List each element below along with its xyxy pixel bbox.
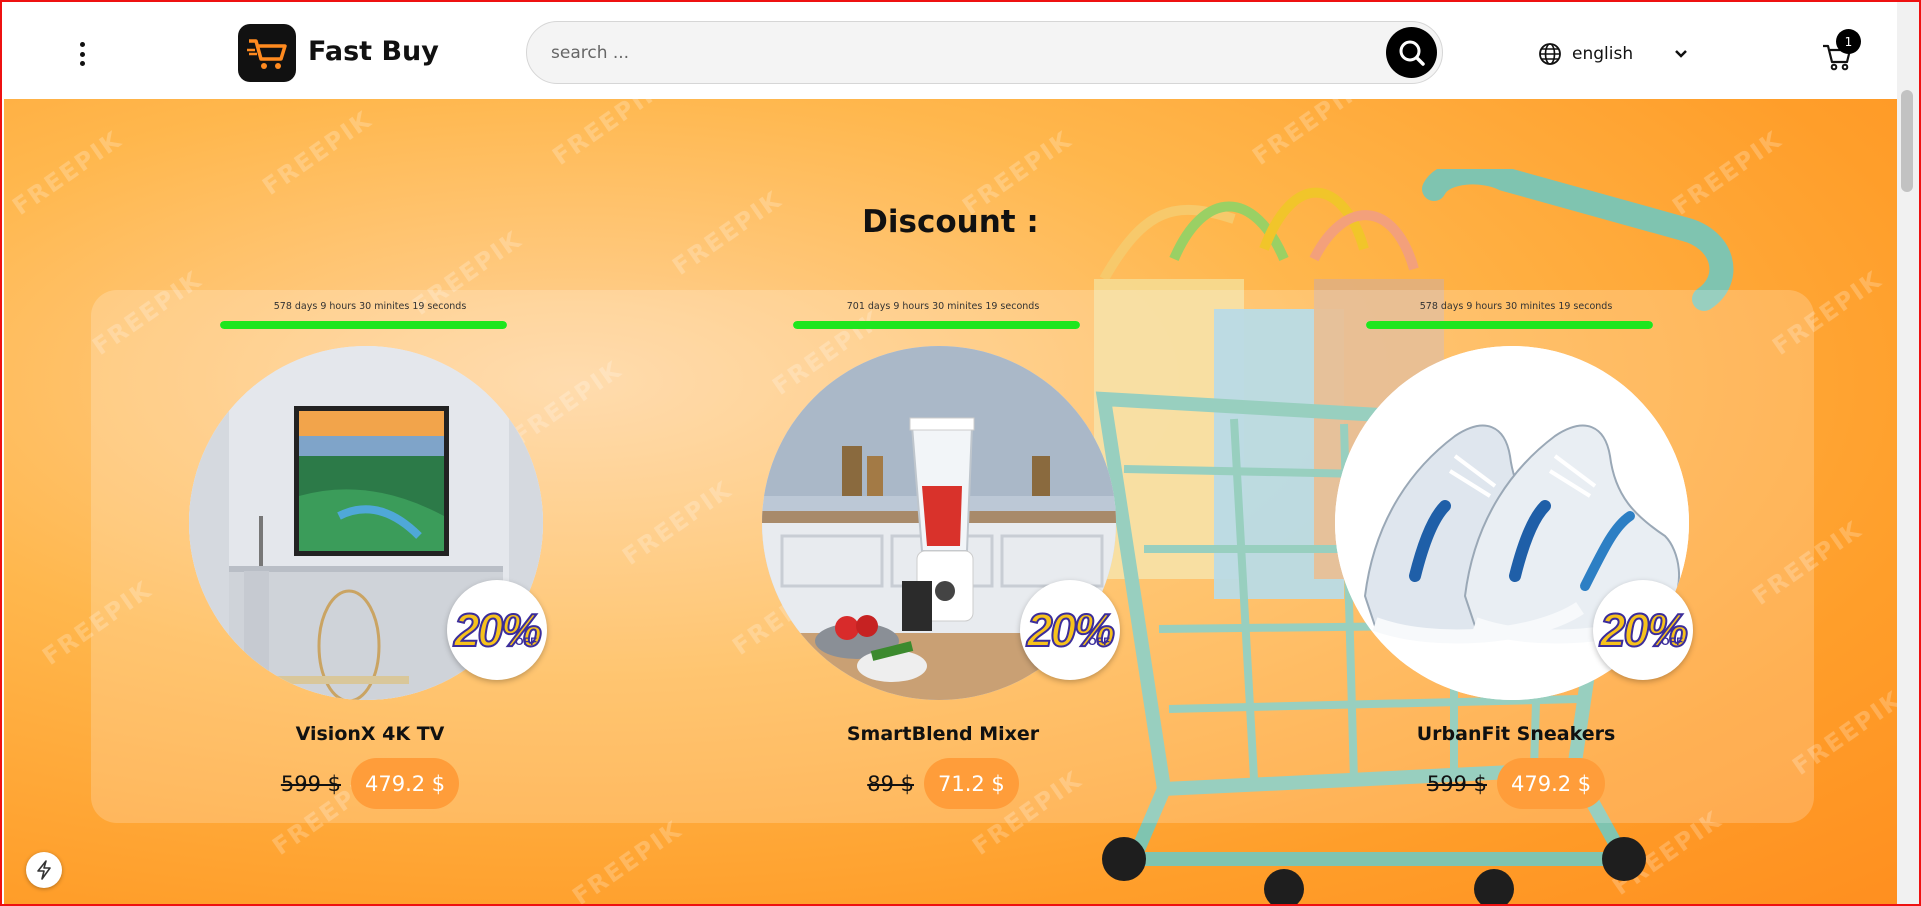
discount-badge: 20% OFF (447, 580, 547, 680)
lightning-bolt-icon (37, 860, 51, 880)
watermark: FREEPIK (1247, 99, 1368, 171)
language-select[interactable]: english (1538, 40, 1688, 68)
product-name[interactable]: VisionX 4K TV (160, 723, 580, 745)
search-bar (526, 21, 1443, 84)
countdown-progress-bar (1366, 321, 1653, 329)
discount-badge-off: OFF (515, 636, 537, 648)
watermark: FREEPIK (547, 99, 668, 171)
product-name[interactable]: SmartBlend Mixer (733, 723, 1153, 745)
product-card[interactable]: 701 days 9 hours 30 minites 19 seconds 2… (733, 290, 1153, 823)
discount-badge: 20% OFF (1020, 580, 1120, 680)
progress-fill (1366, 321, 1653, 329)
discount-panel: 578 days 9 hours 30 minites 19 seconds 2… (91, 290, 1814, 823)
cart-logo-icon[interactable] (238, 24, 296, 82)
discount-badge-off: OFF (1088, 636, 1110, 648)
discount-badge-percent: 20% (1599, 603, 1689, 657)
cart-count-badge: 1 (1836, 29, 1861, 54)
header: Fast Buy english 1 (2, 2, 1897, 99)
discount-badge-percent: 20% (453, 603, 543, 657)
progress-fill (220, 321, 507, 329)
discount-badge-percent: 20% (1026, 603, 1116, 657)
chevron-down-icon (1675, 50, 1687, 58)
search-button[interactable] (1386, 27, 1437, 78)
scrollbar-thumb[interactable] (1901, 90, 1913, 192)
vertical-scrollbar[interactable] (1897, 2, 1919, 904)
new-price: 479.2 $ (350, 758, 460, 809)
kebab-menu-icon[interactable] (70, 40, 94, 68)
search-input[interactable] (551, 22, 1351, 83)
old-price: 599 $ (1426, 771, 1487, 796)
countdown-timer: 578 days 9 hours 30 minites 19 seconds (1419, 301, 1613, 312)
old-price: 599 $ (280, 771, 341, 796)
lightning-bolt-button[interactable] (26, 852, 62, 888)
language-label: english (1572, 44, 1634, 64)
search-icon (1399, 40, 1425, 66)
countdown-timer: 578 days 9 hours 30 minites 19 seconds (273, 301, 467, 312)
discount-hero: FREEPIK FREEPIK FREEPIK FREEPIK FREEPIK … (4, 99, 1897, 904)
product-prices: 89 $ 71.2 $ (733, 758, 1153, 809)
discount-title: Discount : (862, 204, 1039, 240)
watermark: FREEPIK (257, 105, 378, 201)
product-name[interactable]: UrbanFit Sneakers (1306, 723, 1726, 745)
countdown-progress-bar (220, 321, 507, 329)
globe-icon (1539, 43, 1561, 65)
product-card[interactable]: 578 days 9 hours 30 minites 19 seconds 2… (160, 290, 580, 823)
product-prices: 599 $ 479.2 $ (1306, 758, 1726, 809)
countdown-timer: 701 days 9 hours 30 minites 19 seconds (846, 301, 1040, 312)
new-price: 71.2 $ (923, 758, 1019, 809)
discount-badge-off: OFF (1661, 636, 1683, 648)
old-price: 89 $ (867, 771, 914, 796)
watermark: FREEPIK (567, 815, 688, 904)
cart-button[interactable]: 1 (1820, 29, 1861, 74)
new-price: 479.2 $ (1496, 758, 1606, 809)
countdown-progress-bar (793, 321, 1080, 329)
product-card[interactable]: 578 days 9 hours 30 minites 19 seconds 2… (1306, 290, 1726, 823)
brand-name[interactable]: Fast Buy (308, 36, 439, 67)
discount-badge: 20% OFF (1593, 580, 1693, 680)
progress-fill (793, 321, 1080, 329)
product-prices: 599 $ 479.2 $ (160, 758, 580, 809)
